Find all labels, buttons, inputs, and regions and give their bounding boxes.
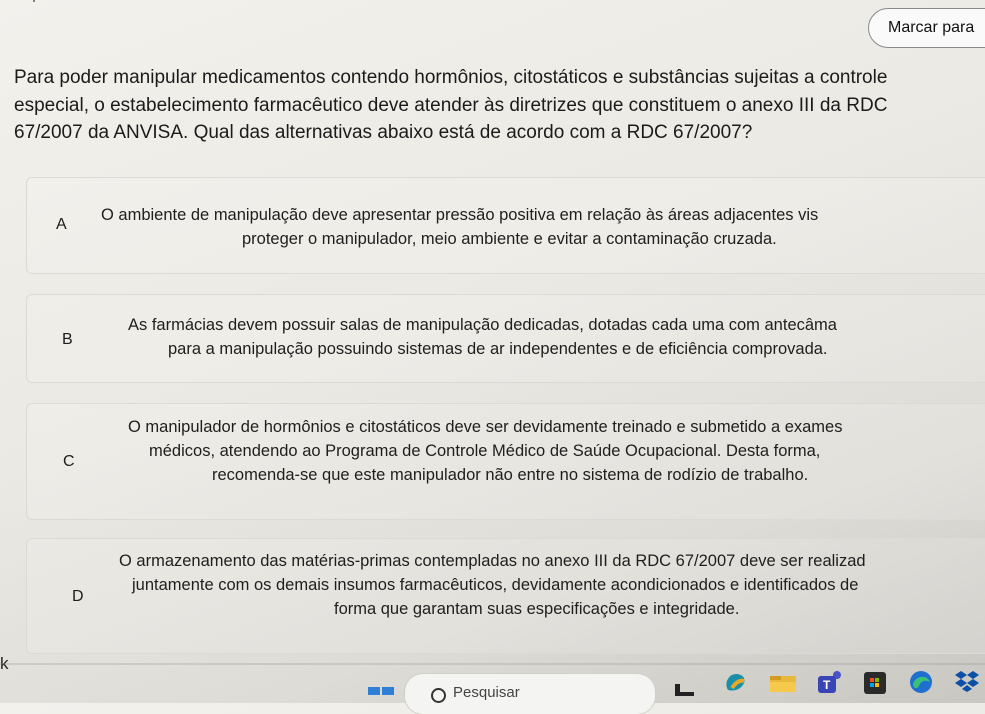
widgets-icon[interactable] [673, 678, 697, 698]
option-d-line: juntamente com os demais insumos farmacê… [132, 576, 859, 594]
option-c-line: O manipulador de hormônios e citostático… [128, 418, 843, 436]
option-d-line: O armazenamento das matérias-primas cont… [119, 552, 866, 570]
option-d-letter: D [72, 588, 84, 605]
option-a-text: O ambiente de manipulação deve apresenta… [101, 203, 818, 251]
taskbar-divider [0, 663, 985, 665]
question-text: Para poder manipular medicamentos conten… [14, 64, 985, 147]
dropdown-indicator-icon [24, 0, 54, 8]
copilot-icon[interactable] [722, 670, 750, 696]
option-b-line: As farmácias devem possuir salas de mani… [128, 316, 837, 334]
option-c-line: médicos, atendendo ao Programa de Contro… [149, 442, 821, 460]
top-bar: Marcar para [0, 0, 985, 52]
windows-start-icon[interactable] [368, 687, 398, 703]
taskbar-search-box[interactable]: Pesquisar [405, 674, 655, 714]
option-d-line: forma que garantam suas especificações e… [334, 600, 740, 618]
question-line: 67/2007 da ANVISA. Qual das alternativas… [14, 122, 753, 143]
option-b-line: para a manipulação possuindo sistemas de… [168, 340, 828, 358]
option-a-letter: A [56, 216, 67, 233]
option-b-letter: B [62, 331, 73, 348]
taskbar: k Pesquisar T [0, 648, 985, 714]
file-explorer-icon[interactable] [768, 672, 798, 694]
option-a[interactable]: A O ambiente de manipulação deve apresen… [26, 177, 985, 274]
search-placeholder: Pesquisar [453, 684, 520, 701]
search-icon [431, 688, 446, 703]
dropbox-icon[interactable] [953, 668, 981, 694]
mark-for-review-button[interactable]: Marcar para [868, 8, 985, 48]
question-line: especial, o estabelecimento farmacêutico… [14, 94, 888, 116]
store-icon[interactable] [862, 670, 888, 696]
option-b-text: As farmácias devem possuir salas de mani… [128, 313, 837, 361]
question-line: Para poder manipular medicamentos conten… [14, 67, 888, 88]
option-c[interactable]: C O manipulador de hormônios e citostáti… [26, 403, 985, 520]
option-b[interactable]: B As farmácias devem possuir salas de ma… [26, 294, 985, 383]
option-d[interactable]: D O armazenamento das matérias-primas co… [26, 538, 985, 654]
edge-icon[interactable] [907, 668, 935, 696]
option-c-letter: C [63, 453, 75, 470]
option-d-text: O armazenamento das matérias-primas cont… [119, 549, 866, 621]
option-a-line: O ambiente de manipulação deve apresenta… [101, 206, 819, 224]
svg-text:T: T [823, 678, 831, 692]
teams-icon[interactable]: T [815, 668, 845, 696]
option-a-line: proteger o manipulador, meio ambiente e … [242, 230, 777, 248]
option-c-line: recomenda-se que este manipulador não en… [212, 466, 809, 484]
option-c-text: O manipulador de hormônios e citostático… [128, 415, 842, 487]
